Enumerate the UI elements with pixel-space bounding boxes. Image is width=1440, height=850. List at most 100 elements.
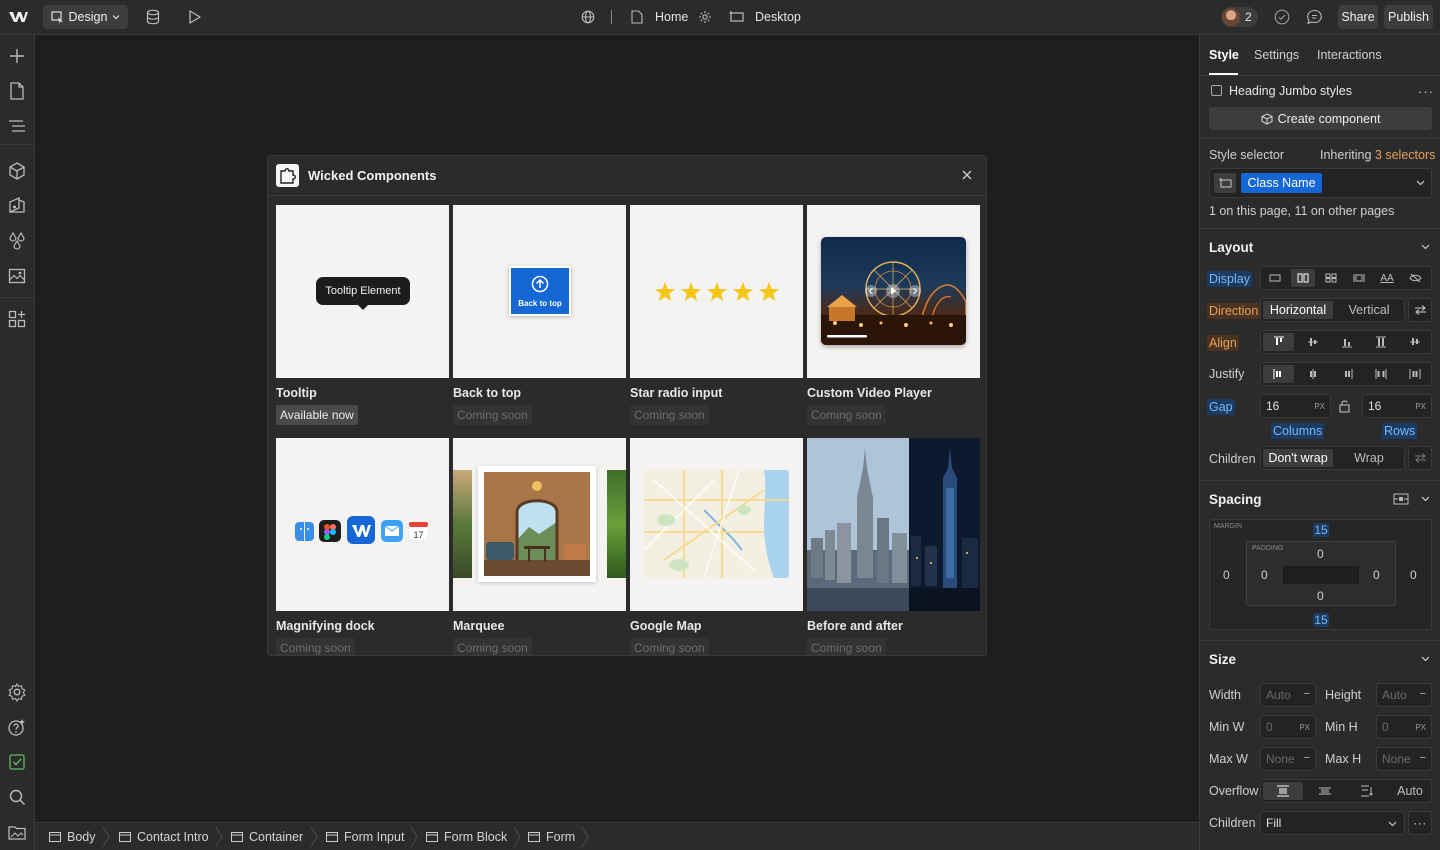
class-name-tag[interactable]: Class Name [1241, 173, 1322, 193]
padding-right-value[interactable]: 0 [1373, 568, 1380, 582]
component-card-marquee[interactable]: Marquee Coming soon [453, 438, 626, 655]
pages-icon[interactable] [7, 81, 27, 101]
overflow-visible-icon[interactable] [1263, 782, 1303, 800]
component-card-tooltip[interactable]: Tooltip Element Tooltip Available now [276, 205, 449, 425]
wrap-option[interactable]: Wrap [1335, 449, 1403, 467]
tab-style[interactable]: Style [1209, 48, 1239, 62]
check-circle-icon[interactable] [1274, 9, 1290, 25]
justify-space-between-icon[interactable] [1365, 365, 1396, 383]
tasks-checkbox-icon[interactable] [7, 752, 27, 772]
component-card-before-and-after[interactable]: Before and after Coming soon [807, 438, 980, 655]
display-inline-block-icon[interactable] [1347, 269, 1371, 287]
help-icon[interactable] [7, 717, 27, 737]
gap-columns-input[interactable]: 16 PX [1260, 394, 1331, 418]
padding-bottom-value[interactable]: 0 [1317, 589, 1324, 603]
chevron-down-icon[interactable] [1421, 495, 1430, 503]
display-none-eye-off-icon[interactable] [1403, 269, 1427, 287]
style-manager-icon[interactable] [7, 196, 27, 216]
navigator-icon[interactable] [7, 116, 27, 136]
margin-left-value[interactable]: 0 [1223, 568, 1230, 582]
reverse-wrap-icon[interactable] [1408, 446, 1432, 470]
components-cube-icon[interactable] [7, 161, 27, 181]
direction-horizontal-option[interactable]: Horizontal [1263, 301, 1333, 319]
component-card-custom-video-player[interactable]: Custom Video Player Coming soon [807, 205, 980, 425]
chevron-down-icon[interactable] [1421, 243, 1430, 251]
overflow-scroll-icon[interactable] [1347, 782, 1387, 800]
display-block-icon[interactable] [1263, 269, 1287, 287]
lock-icon[interactable] [1338, 399, 1352, 413]
publish-button[interactable]: Publish [1384, 5, 1433, 29]
preview-play-icon[interactable] [188, 9, 202, 25]
close-icon[interactable] [961, 169, 973, 181]
tab-interactions[interactable]: Interactions [1317, 48, 1382, 62]
align-stretch-icon[interactable] [1365, 333, 1396, 351]
min-height-input[interactable]: 0 PX [1376, 715, 1432, 739]
justify-center-icon[interactable] [1297, 365, 1328, 383]
reverse-direction-icon[interactable] [1408, 298, 1432, 322]
breadcrumb-item-contact-intro[interactable]: Contact Intro [119, 823, 209, 850]
justify-space-around-icon[interactable] [1399, 365, 1430, 383]
heading-checkbox[interactable] [1211, 85, 1222, 96]
display-inline-icon[interactable]: AA [1375, 269, 1399, 287]
page-selector[interactable]: Home [655, 10, 688, 24]
max-width-input[interactable]: None − [1260, 747, 1316, 771]
inheriting-selectors-link[interactable]: 3 selectors [1375, 148, 1435, 162]
assets-image-icon[interactable] [7, 266, 27, 286]
breadcrumb-item-form-input[interactable]: Form Input [326, 823, 404, 850]
dont-wrap-option[interactable]: Don't wrap [1263, 449, 1333, 467]
class-selector-field[interactable]: Class Name [1209, 168, 1432, 198]
media-folder-icon[interactable] [7, 822, 27, 842]
tab-settings[interactable]: Settings [1254, 48, 1299, 62]
layout-section-title[interactable]: Layout [1209, 240, 1253, 255]
padding-left-value[interactable]: 0 [1261, 568, 1268, 582]
justify-end-icon[interactable] [1331, 365, 1362, 383]
component-card-google-map[interactable]: Google Map Coming soon [630, 438, 803, 655]
chevron-down-icon[interactable] [1421, 655, 1430, 663]
breadcrumb-item-form[interactable]: Form [528, 823, 575, 850]
chevron-down-icon[interactable] [1416, 179, 1425, 187]
gap-rows-input[interactable]: 16 PX [1362, 394, 1432, 418]
variables-drops-icon[interactable] [7, 231, 27, 251]
webflow-logo-icon[interactable] [8, 9, 28, 25]
apps-icon[interactable] [7, 309, 27, 329]
height-input[interactable]: Auto − [1376, 683, 1432, 707]
breadcrumb-item-container[interactable]: Container [231, 823, 303, 850]
component-card-back-to-top[interactable]: Back to top Back to top Coming soon [453, 205, 626, 425]
overflow-hidden-icon[interactable] [1305, 782, 1345, 800]
component-card-star-radio[interactable]: Star radio input Coming soon [630, 205, 803, 425]
breakpoint-selector[interactable]: Desktop [755, 10, 801, 24]
more-options-icon[interactable]: ··· [1408, 811, 1432, 835]
size-section-title[interactable]: Size [1209, 652, 1236, 667]
comment-icon[interactable] [1306, 9, 1323, 25]
direction-vertical-option[interactable]: Vertical [1335, 301, 1403, 319]
align-end-icon[interactable] [1331, 333, 1362, 351]
spacing-section-title[interactable]: Spacing [1209, 492, 1262, 507]
settings-gear-icon[interactable] [7, 682, 27, 702]
padding-top-value[interactable]: 0 [1317, 547, 1324, 561]
margin-top-value[interactable]: 15 [1313, 523, 1329, 537]
share-button[interactable]: Share [1338, 5, 1378, 29]
overflow-auto-option[interactable]: Auto [1389, 782, 1431, 800]
max-height-input[interactable]: None − [1376, 747, 1432, 771]
margin-bottom-value[interactable]: 15 [1313, 613, 1329, 627]
search-icon[interactable] [7, 787, 27, 807]
page-settings-gear-icon[interactable] [698, 10, 712, 24]
margin-right-value[interactable]: 0 [1410, 568, 1417, 582]
align-baseline-icon[interactable] [1399, 333, 1430, 351]
width-input[interactable]: Auto − [1260, 683, 1316, 707]
add-element-plus-icon[interactable] [7, 46, 27, 66]
display-flex-icon[interactable] [1291, 269, 1315, 287]
mode-dropdown[interactable]: Design [43, 5, 128, 29]
breadcrumb-item-form-block[interactable]: Form Block [426, 823, 507, 850]
align-start-icon[interactable] [1263, 333, 1294, 351]
children-fill-select[interactable]: Fill [1260, 811, 1405, 835]
database-icon[interactable] [146, 9, 160, 25]
display-grid-icon[interactable] [1319, 269, 1343, 287]
globe-icon[interactable] [581, 10, 595, 24]
collaborators[interactable]: 2 [1221, 7, 1258, 27]
min-width-input[interactable]: 0 PX [1260, 715, 1316, 739]
breadcrumb-item-body[interactable]: Body [49, 823, 96, 850]
component-card-magnifying-dock[interactable]: 17 Magnifying dock Coming soon [276, 438, 449, 655]
spacing-preset-icon[interactable] [1393, 492, 1409, 506]
align-center-icon[interactable] [1297, 333, 1328, 351]
